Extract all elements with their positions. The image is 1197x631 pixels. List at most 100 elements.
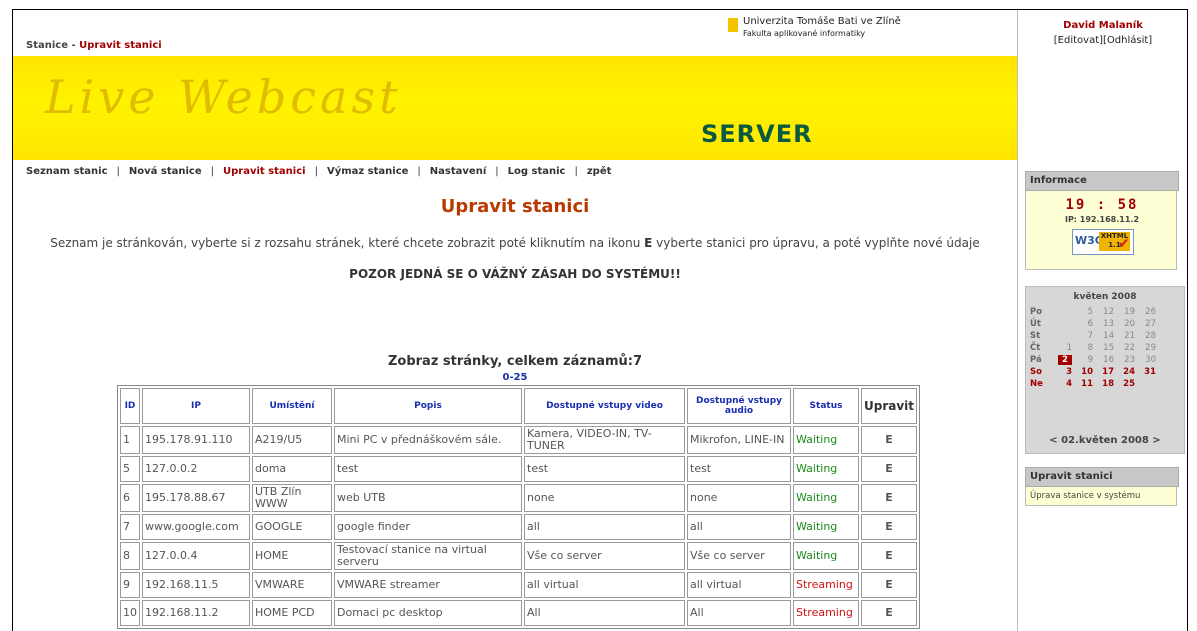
- calendar-date[interactable]: 12: [1093, 306, 1114, 318]
- calendar-date[interactable]: 21: [1114, 330, 1135, 342]
- table-row: 6 195.178.88.67 UTB Zlín WWW web UTB none non…: [120, 484, 918, 512]
- col-header-id: ID: [120, 388, 140, 424]
- calendar-date[interactable]: 6: [1072, 318, 1093, 330]
- w3c-xhtml-badge-icon[interactable]: W3C XHTML 1.1 ✔: [1072, 229, 1134, 255]
- logout-link[interactable]: [Odhlásit]: [1103, 35, 1152, 46]
- calendar-date[interactable]: 5: [1072, 306, 1093, 318]
- calendar-date[interactable]: 11: [1072, 378, 1093, 390]
- calendar-day-name: Út: [1030, 319, 1041, 329]
- nav-item-7[interactable]: zpět: [587, 166, 612, 177]
- stations-table: ID IP Umístění Popis Dostupné vstupy vid…: [117, 385, 921, 629]
- ip-cell: 195.178.91.110: [142, 426, 250, 454]
- location-cell: UTB Zlín WWW: [252, 484, 332, 512]
- edit-profile-link[interactable]: [Editovat]: [1054, 35, 1103, 46]
- calendar-date[interactable]: 26: [1135, 306, 1156, 318]
- page-frame: Stanice - Upravit stanici Univerzita Tom…: [12, 9, 1188, 631]
- id-cell: 6: [120, 484, 140, 512]
- calendar-date[interactable]: 25: [1114, 378, 1135, 390]
- status-cell: Waiting: [793, 514, 859, 540]
- nav-item-3[interactable]: Upravit stanici: [223, 166, 306, 177]
- id-cell: 1: [120, 426, 140, 454]
- video-cell: all: [524, 514, 685, 540]
- calendar-date[interactable]: 1: [1051, 342, 1072, 354]
- edit-station-button[interactable]: E: [861, 600, 918, 626]
- edit-station-button[interactable]: E: [861, 456, 918, 482]
- calendar-date[interactable]: 2: [1051, 354, 1072, 366]
- calendar-date[interactable]: 10: [1072, 366, 1093, 378]
- nav-separator: |: [574, 166, 578, 177]
- calendar-date[interactable]: 3: [1051, 366, 1072, 378]
- calendar-date[interactable]: 17: [1093, 366, 1114, 378]
- nav-separator: |: [116, 166, 120, 177]
- calendar-month-nav[interactable]: < 02.květen 2008 >: [1026, 435, 1184, 446]
- status-cell: Streaming: [793, 572, 859, 598]
- calendar-date[interactable]: 24: [1114, 366, 1135, 378]
- calendar-date[interactable]: 23: [1114, 354, 1135, 366]
- nav-item-4[interactable]: Výmaz stanice: [327, 166, 408, 177]
- location-cell: HOME PCD: [252, 600, 332, 626]
- calendar-date[interactable]: 15: [1093, 342, 1114, 354]
- table-header-row: ID IP Umístění Popis Dostupné vstupy vid…: [120, 388, 918, 424]
- edit-station-button[interactable]: E: [861, 514, 918, 540]
- calendar-date[interactable]: 31: [1135, 366, 1156, 378]
- calendar-date[interactable]: 29: [1135, 342, 1156, 354]
- table-row: 7 www.google.com GOOGLE google finder all all…: [120, 514, 918, 540]
- desc-cell: google finder: [334, 514, 522, 540]
- calendar-date[interactable]: 20: [1114, 318, 1135, 330]
- calendar-date[interactable]: 19: [1114, 306, 1135, 318]
- edit-station-button[interactable]: E: [861, 542, 918, 570]
- breadcrumb-root[interactable]: Stanice: [26, 40, 68, 51]
- info-box-title: Informace: [1025, 171, 1179, 191]
- table-row: 8 127.0.0.4 HOME Testovací stanice na virtu…: [120, 542, 918, 570]
- nav-item-2[interactable]: Nová stanice: [129, 166, 202, 177]
- university-logo-icon: [728, 18, 738, 32]
- calendar-today[interactable]: 2: [1058, 355, 1072, 365]
- calendar-date[interactable]: 9: [1072, 354, 1093, 366]
- col-header-video-inputs: Dostupné vstupy video: [524, 388, 685, 424]
- pager-range-link[interactable]: 0-25: [13, 372, 1017, 383]
- calendar-date[interactable]: 28: [1135, 330, 1156, 342]
- desc-cell: Domaci pc desktop: [334, 600, 522, 626]
- calendar-date[interactable]: 30: [1135, 354, 1156, 366]
- nav-separator: |: [495, 166, 499, 177]
- clock: 19 : 58: [1065, 197, 1139, 213]
- id-cell: 5: [120, 456, 140, 482]
- video-cell: test: [524, 456, 685, 482]
- calendar-date[interactable]: 13: [1093, 318, 1114, 330]
- calendar-date[interactable]: 8: [1072, 342, 1093, 354]
- id-cell: 10: [120, 600, 140, 626]
- calendar-date[interactable]: 4: [1051, 378, 1072, 390]
- breadcrumb-current: Upravit stanici: [79, 40, 162, 51]
- calendar-date: [1051, 330, 1072, 342]
- calendar-grid: Po 5 12 19 26 Út 6 13 20 27 St 7 14 21 28 Čt 1 8 15 22 29 Pá 2…: [1030, 306, 1156, 390]
- id-cell: 7: [120, 514, 140, 540]
- col-header-description: Popis: [334, 388, 522, 424]
- edit-box-title: Upravit stanici: [1025, 467, 1179, 487]
- calendar-date[interactable]: 7: [1072, 330, 1093, 342]
- pager-title: Zobraz stránky, celkem záznamů:7: [387, 354, 643, 369]
- calendar-date[interactable]: 27: [1135, 318, 1156, 330]
- video-cell: Kamera, VIDEO-IN, TV-TUNER: [524, 426, 685, 454]
- edit-station-button[interactable]: E: [861, 426, 918, 454]
- desc-cell: Testovací stanice na virtual serveru: [334, 542, 522, 570]
- calendar-date[interactable]: 14: [1093, 330, 1114, 342]
- nav-item-1[interactable]: Seznam stanic: [26, 166, 108, 177]
- nav-item-5[interactable]: Nastavení: [430, 166, 486, 177]
- calendar-date[interactable]: 18: [1093, 378, 1114, 390]
- audio-cell: Mikrofon, LINE-IN: [687, 426, 791, 454]
- id-cell: 9: [120, 572, 140, 598]
- ip-cell: 195.178.88.67: [142, 484, 250, 512]
- calendar-week-row: Út 6 13 20 27: [1030, 318, 1156, 330]
- audio-cell: Vše co server: [687, 542, 791, 570]
- nav-item-6[interactable]: Log stanic: [508, 166, 566, 177]
- header-banner: Live Webcast SERVER: [13, 56, 1017, 160]
- top-bar: Stanice - Upravit stanici Univerzita Tom…: [13, 10, 1017, 56]
- edit-station-button[interactable]: E: [861, 572, 918, 598]
- edit-station-button[interactable]: E: [861, 484, 918, 512]
- calendar-date[interactable]: 22: [1114, 342, 1135, 354]
- location-cell: doma: [252, 456, 332, 482]
- col-header-location: Umístění: [252, 388, 332, 424]
- table-body: 1 195.178.91.110 A219/U5 Mini PC v přednášk…: [120, 426, 918, 626]
- calendar-date[interactable]: 16: [1093, 354, 1114, 366]
- calendar-day-name: Ne: [1030, 379, 1043, 389]
